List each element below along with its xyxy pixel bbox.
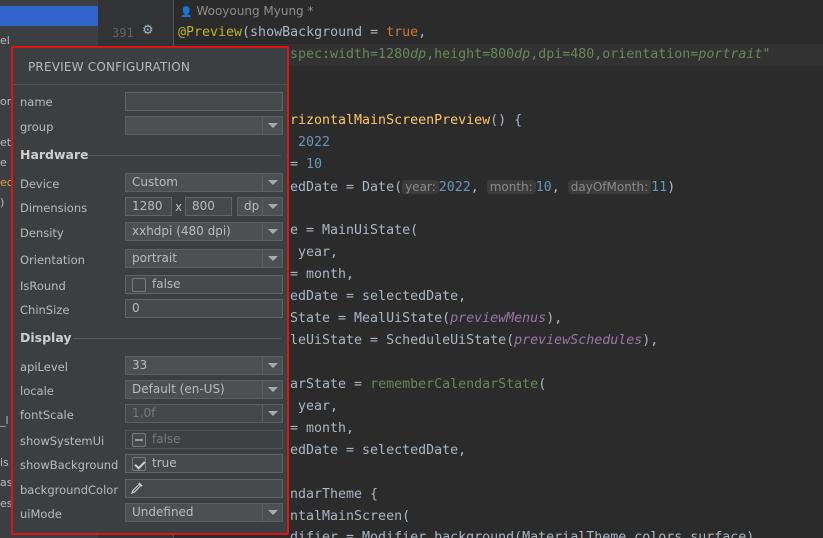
chinsize-label: ChinSize bbox=[20, 303, 70, 317]
backgroundcolor-field[interactable] bbox=[125, 479, 283, 498]
group-label: group bbox=[20, 120, 54, 134]
isround-checkbox[interactable] bbox=[132, 278, 146, 292]
tree-text-fragment: is bbox=[0, 456, 9, 469]
isround-checkbox-field[interactable]: false bbox=[125, 275, 283, 294]
chevron-down-icon bbox=[262, 250, 282, 267]
code-line: edDate = Date(year: 2022, month: 10, dayOf… bbox=[290, 180, 676, 195]
tree-text-fragment: el bbox=[0, 34, 10, 47]
isround-value: false bbox=[152, 277, 181, 291]
density-dropdown[interactable]: xxhdpi (480 dpi) bbox=[125, 222, 283, 241]
author-name: Wooyoung Myung * bbox=[196, 4, 314, 18]
chevron-down-icon bbox=[262, 504, 282, 521]
group-dropdown[interactable] bbox=[125, 116, 283, 135]
showsystemui-checkbox-field[interactable]: false bbox=[125, 430, 283, 449]
dimension-separator: x bbox=[175, 200, 183, 214]
code-line: 2022 bbox=[298, 135, 331, 150]
showbackground-value: true bbox=[152, 456, 177, 470]
popup-title: PREVIEW CONFIGURATION bbox=[28, 60, 191, 74]
code-line: = month, bbox=[290, 421, 355, 436]
apilevel-label: apiLevel bbox=[20, 360, 68, 374]
code-line: @Preview(showBackground = true, bbox=[178, 25, 427, 40]
showbackground-checkbox[interactable] bbox=[132, 457, 146, 471]
showsystemui-value: false bbox=[152, 432, 181, 446]
locale-label: locale bbox=[20, 384, 54, 398]
chevron-down-icon bbox=[262, 174, 282, 191]
orientation-label: Orientation bbox=[20, 253, 85, 267]
showsystemui-checkbox[interactable] bbox=[132, 433, 146, 447]
density-label: Density bbox=[20, 226, 64, 240]
tree-text-fragment: ) bbox=[0, 196, 5, 209]
preview-configuration-popup: PREVIEW CONFIGURATION name group Hardwar… bbox=[11, 46, 289, 535]
section-divider bbox=[87, 155, 281, 156]
showsystemui-label: showSystemUi bbox=[20, 434, 105, 448]
unit-value: dp bbox=[244, 199, 260, 213]
code-line: difier = Modifier.background(MaterialThe… bbox=[290, 530, 755, 538]
header-divider bbox=[13, 84, 287, 85]
uimode-label: uiMode bbox=[20, 507, 62, 521]
uimode-dropdown[interactable]: Undefined bbox=[125, 503, 283, 522]
person-icon: 👤 bbox=[180, 7, 193, 18]
chevron-down-icon bbox=[262, 405, 282, 422]
code-line: leUiState = ScheduleUiState(previewSched… bbox=[290, 333, 659, 348]
line-number: 391 bbox=[112, 26, 134, 40]
code-line: year, bbox=[298, 245, 339, 260]
code-line: rizontalMainScreenPreview() { bbox=[290, 113, 523, 128]
code-line: = month, bbox=[290, 267, 355, 282]
color-picker-icon[interactable] bbox=[130, 481, 144, 495]
fontscale-value: 1.0f bbox=[132, 406, 156, 420]
device-value: Custom bbox=[132, 175, 178, 189]
density-value: xxhdpi (480 dpi) bbox=[132, 224, 231, 238]
preview-gear-icon[interactable]: ⚙ bbox=[142, 23, 154, 38]
tree-text-fragment: or bbox=[0, 95, 12, 108]
code-line: arState = rememberCalendarState( bbox=[290, 377, 547, 392]
name-input[interactable] bbox=[125, 92, 283, 111]
hardware-section-title: Hardware bbox=[20, 147, 89, 162]
name-label: name bbox=[20, 95, 53, 109]
chinsize-input[interactable]: 0 bbox=[125, 299, 283, 318]
fontscale-label: fontScale bbox=[20, 408, 74, 422]
backgroundcolor-label: backgroundColor bbox=[20, 483, 119, 497]
chevron-down-icon bbox=[262, 223, 282, 240]
display-section-title: Display bbox=[20, 330, 72, 345]
chevron-down-icon bbox=[262, 198, 282, 215]
apilevel-value: 33 bbox=[132, 358, 148, 372]
orientation-value: portrait bbox=[132, 251, 177, 265]
device-dropdown[interactable]: Custom bbox=[125, 173, 283, 192]
selected-tree-item[interactable] bbox=[0, 6, 98, 26]
tree-text-fragment: e bbox=[0, 156, 7, 169]
unit-dropdown[interactable]: dp bbox=[237, 197, 283, 216]
isround-label: IsRound bbox=[20, 279, 66, 293]
chevron-down-icon bbox=[262, 381, 282, 398]
width-input[interactable]: 1280 bbox=[125, 197, 172, 216]
code-line: State = MealUiState(previewMenus), bbox=[290, 311, 563, 326]
showbackground-label: showBackground bbox=[20, 458, 119, 472]
code-author-hint: 👤 Wooyoung Myung * bbox=[180, 4, 313, 18]
code-line: year, bbox=[298, 399, 339, 414]
device-label: Device bbox=[20, 177, 60, 191]
code-line: = 10 bbox=[290, 157, 323, 172]
code-line: spec:width=1280dp,height=800dp,dpi=480,o… bbox=[290, 47, 771, 62]
tree-text-fragment: et bbox=[0, 136, 12, 149]
code-line: edDate = selectedDate, bbox=[290, 289, 467, 304]
apilevel-dropdown[interactable]: 33 bbox=[125, 356, 283, 375]
fontscale-dropdown[interactable]: 1.0f bbox=[125, 404, 283, 423]
chevron-down-icon bbox=[262, 117, 282, 134]
showbackground-checkbox-field[interactable]: true bbox=[125, 454, 283, 473]
code-line: ndarTheme { bbox=[290, 487, 379, 502]
chevron-down-icon bbox=[262, 357, 282, 374]
orientation-dropdown[interactable]: portrait bbox=[125, 249, 283, 268]
code-line: ntalMainScreen( bbox=[290, 509, 411, 524]
locale-dropdown[interactable]: Default (en-US) bbox=[125, 380, 283, 399]
height-input[interactable]: 800 bbox=[185, 197, 232, 216]
code-line: edDate = selectedDate, bbox=[290, 443, 467, 458]
tree-text-fragment: _l bbox=[0, 414, 9, 427]
section-divider bbox=[73, 338, 281, 339]
uimode-value: Undefined bbox=[132, 505, 194, 519]
code-line: e = MainUiState( bbox=[290, 223, 419, 238]
dimensions-label: Dimensions bbox=[20, 201, 88, 215]
locale-value: Default (en-US) bbox=[132, 382, 225, 396]
